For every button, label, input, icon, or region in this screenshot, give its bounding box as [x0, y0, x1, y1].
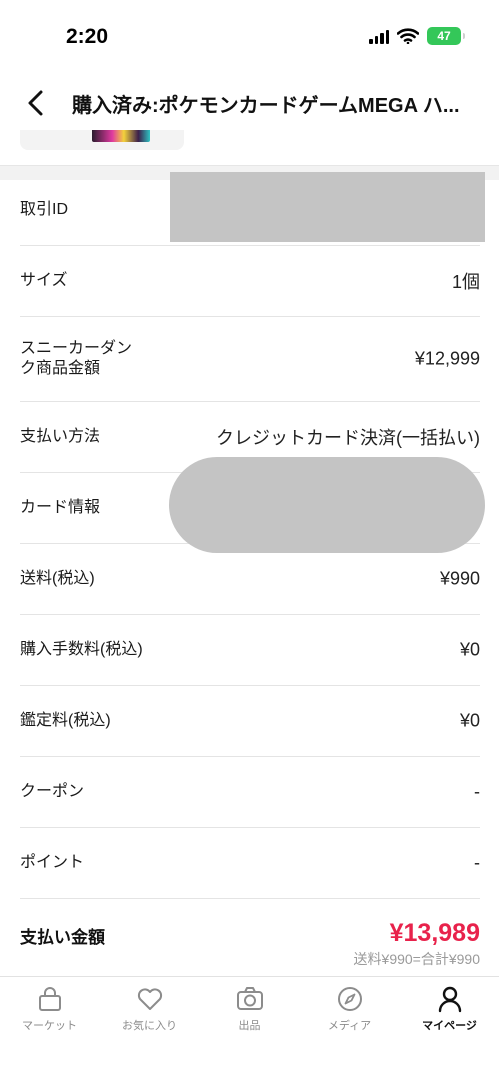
row-label: 取引ID	[20, 201, 69, 218]
total-amount: ¥13,989	[389, 919, 480, 947]
battery-level: 47	[437, 29, 451, 43]
tab-favorites[interactable]: お気に入り	[100, 977, 199, 1041]
row-size: サイズ 1個	[20, 246, 480, 317]
row-points: ポイント -	[20, 828, 480, 899]
row-label: 購入手数料(税込)	[20, 641, 143, 658]
row-total-payment: 支払い金額 ¥13,989 送料¥990=合計¥990	[20, 899, 480, 971]
tab-label: マーケット	[22, 1020, 77, 1032]
row-value: -	[474, 852, 480, 873]
row-appraisal-fee: 鑑定料(税込) ¥0	[20, 686, 480, 757]
row-coupon: クーポン -	[20, 757, 480, 828]
row-purchase-fee: 購入手数料(税込) ¥0	[20, 615, 480, 686]
compass-icon	[336, 985, 364, 1013]
status-icons: 47	[369, 27, 465, 45]
bottom-tab-bar: マーケット お気に入り 出品 メディア マイページ	[0, 976, 499, 1080]
row-label: クーポン	[20, 783, 85, 800]
cellular-signal-icon	[369, 28, 389, 44]
order-detail-content[interactable]: 取引ID サイズ 1個 スニーカーダンク商品金額 ¥12,999 支払い方法 ク…	[0, 130, 499, 976]
tab-mypage[interactable]: マイページ	[400, 977, 499, 1041]
back-chevron-icon[interactable]	[22, 88, 50, 118]
order-detail-list: 取引ID サイズ 1個 スニーカーダンク商品金額 ¥12,999 支払い方法 ク…	[20, 172, 485, 971]
row-value: ¥0	[459, 639, 480, 660]
row-label: 鑑定料(税込)	[20, 712, 111, 729]
row-value: ¥990	[439, 568, 480, 589]
wifi-icon	[397, 28, 419, 44]
row-card-info: カード情報	[20, 457, 485, 553]
row-transaction-id: 取引ID	[20, 172, 485, 246]
tab-market[interactable]: マーケット	[0, 977, 99, 1041]
navigation-bar: 購入済み:ポケモンカードゲームMEGA ハ...	[0, 76, 499, 130]
row-value: ¥0	[459, 710, 480, 731]
row-label: サイズ	[20, 272, 68, 289]
row-item-price: スニーカーダンク商品金額 ¥12,999	[20, 317, 480, 402]
row-shipping-fee: 送料(税込) ¥990	[20, 544, 480, 615]
product-image	[92, 130, 150, 142]
redacted-card-info	[169, 457, 485, 553]
heart-icon	[136, 985, 164, 1013]
row-label: カード情報	[20, 499, 101, 516]
total-note: 送料¥990=合計¥990	[353, 951, 480, 967]
total-label: 支払い金額	[20, 928, 105, 947]
bag-icon	[37, 985, 63, 1013]
row-label: スニーカーダンク商品金額	[20, 340, 133, 377]
tab-label: お気に入り	[122, 1020, 177, 1032]
row-label: ポイント	[20, 854, 85, 871]
redacted-transaction-id	[170, 172, 485, 242]
row-value: クレジットカード決済(一括払い)	[216, 428, 480, 448]
product-summary	[0, 130, 499, 166]
page-title: 購入済み:ポケモンカードゲームMEGA ハ...	[72, 95, 460, 117]
product-card[interactable]	[20, 130, 184, 150]
row-label: 送料(税込)	[20, 570, 95, 587]
battery-icon: 47	[427, 27, 465, 45]
tab-label: 出品	[238, 1020, 261, 1032]
status-bar: 2:20 47	[0, 0, 499, 76]
row-label: 支払い方法	[20, 428, 101, 445]
tab-label: マイページ	[422, 1020, 477, 1032]
row-value: ¥12,999	[414, 348, 480, 369]
status-time: 2:20	[66, 25, 109, 48]
tab-media[interactable]: メディア	[300, 977, 399, 1041]
row-value: 1個	[451, 272, 480, 292]
camera-icon	[236, 985, 264, 1013]
row-value: -	[474, 781, 480, 802]
person-icon	[437, 985, 463, 1013]
tab-label: メディア	[327, 1020, 372, 1032]
tab-sell[interactable]: 出品	[200, 977, 299, 1041]
